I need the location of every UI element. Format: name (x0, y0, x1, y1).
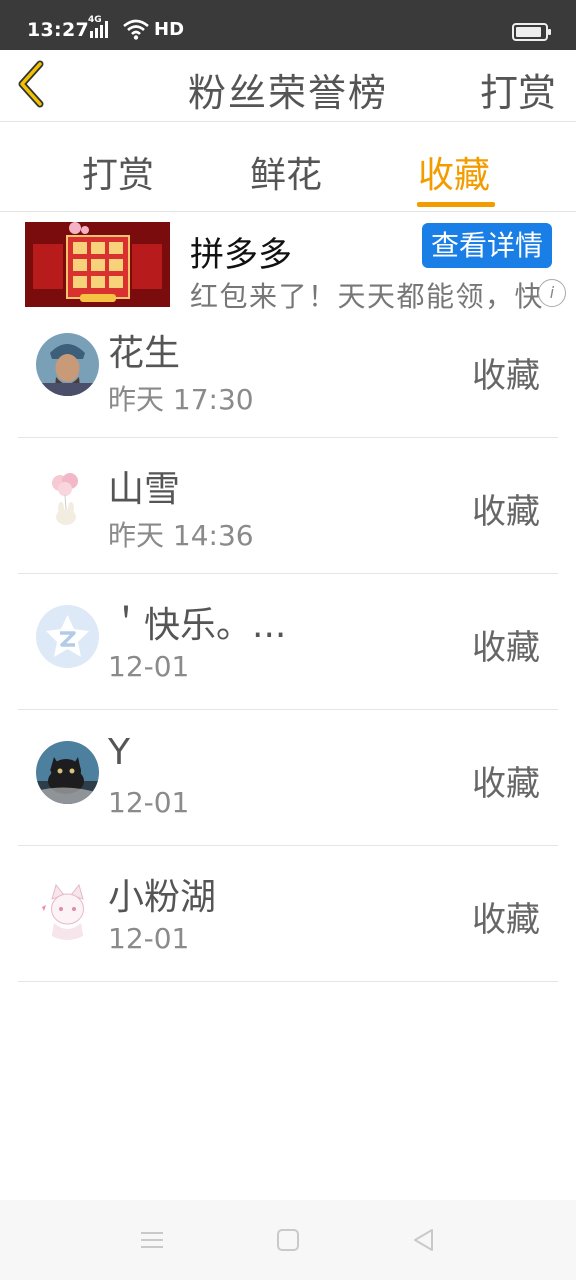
fan-name: 小粉湖 (108, 877, 217, 918)
hd-indicator: HD (154, 18, 185, 40)
active-tab-indicator (417, 202, 495, 207)
tab-favorites[interactable]: 收藏 (418, 146, 490, 198)
reward-button[interactable]: 打赏 (480, 62, 556, 117)
fan-time: 12-01 (108, 922, 190, 955)
qq-default-avatar (36, 605, 99, 668)
signal-icon: 4G (88, 15, 114, 39)
ad-banner[interactable]: 拼多多 查看详情 红包来了！天天都能领，快 i (0, 213, 576, 313)
ad-image[interactable] (25, 222, 170, 307)
tab-reward[interactable]: 打赏 (82, 146, 154, 198)
home-square-icon[interactable] (274, 1226, 302, 1254)
list-item[interactable]: 花生 昨天 17:30 收藏 (18, 302, 558, 438)
fan-time: 12-01 (108, 650, 190, 683)
fan-name: 花生 (108, 333, 181, 374)
fan-time: 12-01 (108, 786, 190, 819)
balloon-bunny-avatar (36, 469, 99, 532)
back-triangle-icon[interactable] (410, 1226, 438, 1254)
fan-name: ＇快乐。... (108, 605, 287, 646)
fan-action-label: 收藏 (472, 900, 540, 940)
list-item[interactable]: 山雪 昨天 14:36 收藏 (18, 438, 558, 574)
ad-title: 拼多多 (190, 235, 292, 275)
fan-action-label: 收藏 (472, 492, 540, 532)
fan-action-label: 收藏 (472, 628, 540, 668)
list-item[interactable]: 小粉湖 12-01 收藏 (18, 846, 558, 982)
system-nav-bar (0, 1200, 576, 1280)
status-bar: 13:27 4G HD (0, 0, 576, 50)
menu-icon[interactable] (138, 1226, 166, 1254)
fan-name: Y (108, 732, 130, 773)
fan-time: 昨天 14:36 (108, 519, 254, 552)
list-item[interactable]: ＇快乐。... 12-01 收藏 (18, 574, 558, 710)
black-cat-avatar (36, 741, 99, 804)
status-time: 13:27 (27, 19, 89, 41)
warrior-avatar (36, 333, 99, 396)
view-details-button[interactable]: 查看详情 (422, 223, 552, 268)
fan-list: 花生 昨天 17:30 收藏 山雪 昨天 14:36 收藏 ＇快乐。... 12… (18, 302, 558, 982)
tab-bar: 打赏 鲜花 收藏 (0, 122, 576, 212)
fan-name: 山雪 (108, 469, 181, 510)
top-bar: 粉丝荣誉榜 打赏 (0, 50, 576, 122)
list-item[interactable]: Y 12-01 收藏 (18, 710, 558, 846)
fan-action-label: 收藏 (472, 764, 540, 804)
wifi-icon (122, 18, 150, 40)
status-icons: 4G HD (88, 15, 185, 40)
fan-action-label: 收藏 (472, 356, 540, 396)
battery-icon (512, 23, 551, 41)
fan-time: 昨天 17:30 (108, 383, 254, 416)
tab-flowers[interactable]: 鲜花 (250, 146, 322, 198)
anime-cat-girl-avatar (36, 877, 99, 940)
